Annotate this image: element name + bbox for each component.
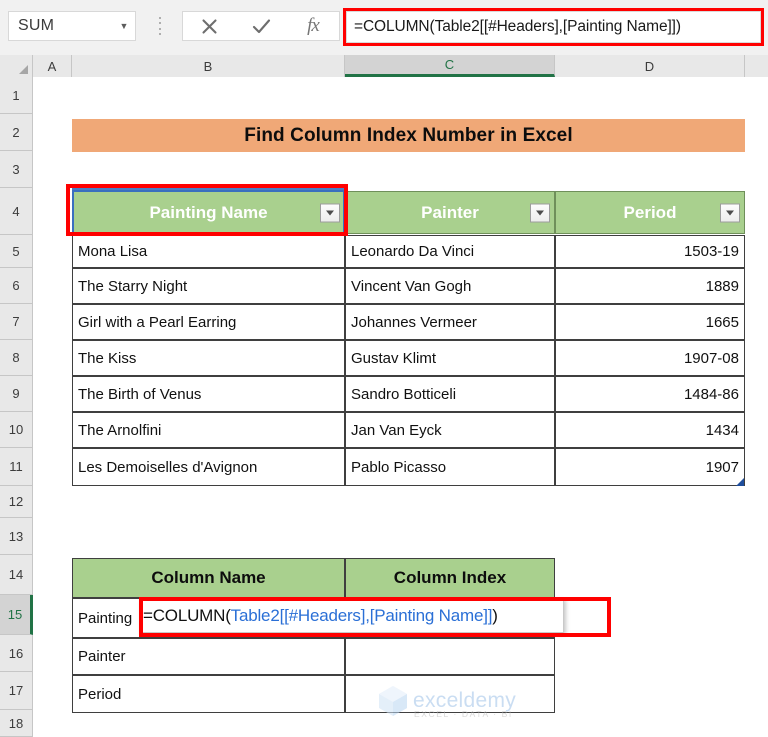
selected-cell-top-bar bbox=[72, 187, 345, 190]
row-header-9[interactable]: 9 bbox=[0, 376, 33, 412]
table2-cell-name-painter[interactable]: Painter bbox=[72, 638, 345, 675]
table-row[interactable]: Johannes Vermeer bbox=[345, 304, 555, 340]
in-cell-formula-editor[interactable]: =COLUMN( Table2[[#Headers],[Painting Nam… bbox=[139, 598, 564, 633]
table1-header-period-label: Period bbox=[623, 202, 677, 222]
select-all-button[interactable] bbox=[0, 55, 33, 77]
table1-header-painting-name[interactable]: Painting Name bbox=[72, 191, 345, 234]
table-row[interactable]: The Birth of Venus bbox=[72, 376, 345, 412]
formula-reference: Table2[[#Headers],[Painting Name]] bbox=[230, 605, 493, 625]
table-row[interactable]: 1484-86 bbox=[555, 376, 745, 412]
exceldemy-logo-icon bbox=[378, 685, 408, 717]
row-header-5[interactable]: 5 bbox=[0, 235, 33, 268]
name-box[interactable]: SUM ▼ bbox=[8, 11, 136, 41]
formula-bar-buttons: fx bbox=[182, 11, 340, 41]
table-row[interactable]: Girl with a Pearl Earring bbox=[72, 304, 345, 340]
row-header-14[interactable]: 14 bbox=[0, 555, 33, 595]
worksheet-surface[interactable]: Find Column Index Number in Excel Painti… bbox=[33, 77, 768, 737]
chevron-down-icon[interactable]: ▼ bbox=[113, 21, 135, 31]
column-header-a[interactable]: A bbox=[33, 55, 72, 77]
table1-header-painting-name-label: Painting Name bbox=[149, 202, 268, 222]
row-header-2[interactable]: 2 bbox=[0, 114, 33, 151]
formula-bar-strip: SUM ▼ fx =COLUMN(Table2[[#Headers],[Pain… bbox=[0, 0, 768, 56]
table-row[interactable]: The Starry Night bbox=[72, 268, 345, 304]
table2-header-column-name: Column Name bbox=[72, 558, 345, 598]
table-row[interactable]: The Kiss bbox=[72, 340, 345, 376]
select-all-triangle-icon bbox=[19, 65, 28, 74]
table-row[interactable]: Jan Van Eyck bbox=[345, 412, 555, 448]
table-row[interactable]: 1889 bbox=[555, 268, 745, 304]
row-header-8[interactable]: 8 bbox=[0, 340, 33, 376]
table1-header-painter[interactable]: Painter bbox=[345, 191, 555, 234]
row-header-1[interactable]: 1 bbox=[0, 77, 33, 114]
cancel-x-icon[interactable] bbox=[189, 12, 229, 40]
table-row[interactable]: 1434 bbox=[555, 412, 745, 448]
table-row[interactable]: The Arnolfini bbox=[72, 412, 345, 448]
row-header-10[interactable]: 10 bbox=[0, 412, 33, 448]
table-row[interactable]: Sandro Botticeli bbox=[345, 376, 555, 412]
page-title: Find Column Index Number in Excel bbox=[72, 119, 745, 152]
row-header-12[interactable]: 12 bbox=[0, 486, 33, 518]
row-header-6[interactable]: 6 bbox=[0, 268, 33, 304]
filter-dropdown-icon-painter[interactable] bbox=[530, 203, 550, 222]
formula-bar-grip-icon bbox=[158, 17, 162, 35]
table-row[interactable]: Vincent Van Gogh bbox=[345, 268, 555, 304]
row-header-16[interactable]: 16 bbox=[0, 635, 33, 672]
insert-function-icon[interactable]: fx bbox=[293, 12, 333, 40]
table-row[interactable]: Pablo Picasso bbox=[345, 448, 555, 486]
table-row[interactable]: 1907-08 bbox=[555, 340, 745, 376]
watermark: exceldemy EXCEL · DATA · BI bbox=[378, 685, 516, 719]
table-row[interactable]: 1503-19 bbox=[555, 235, 745, 268]
row-header-11[interactable]: 11 bbox=[0, 448, 33, 486]
column-header-b[interactable]: B bbox=[72, 55, 345, 77]
row-header-18[interactable]: 18 bbox=[0, 710, 33, 737]
table1-header-painter-label: Painter bbox=[421, 202, 479, 222]
row-header-7[interactable]: 7 bbox=[0, 304, 33, 340]
formula-suffix: ) bbox=[492, 605, 498, 625]
column-header-row: A B C D bbox=[0, 55, 768, 78]
table-resize-handle[interactable] bbox=[736, 478, 744, 486]
formula-input[interactable]: =COLUMN(Table2[[#Headers],[Painting Name… bbox=[346, 11, 761, 43]
table-row[interactable]: Les Demoiselles d'Avignon bbox=[72, 448, 345, 486]
insert-function-label: fx bbox=[307, 15, 320, 36]
table-row[interactable]: Gustav Klimt bbox=[345, 340, 555, 376]
column-header-d[interactable]: D bbox=[555, 55, 745, 77]
formula-prefix: =COLUMN( bbox=[143, 605, 231, 625]
column-header-c[interactable]: C bbox=[345, 55, 555, 77]
table-row[interactable]: 1665 bbox=[555, 304, 745, 340]
table2-header-column-index: Column Index bbox=[345, 558, 555, 598]
row-header-4[interactable]: 4 bbox=[0, 188, 33, 235]
formula-bar-highlight-annotation: =COLUMN(Table2[[#Headers],[Painting Name… bbox=[343, 8, 764, 46]
table-row[interactable]: 1907 bbox=[555, 448, 745, 486]
filter-dropdown-icon-period[interactable] bbox=[720, 203, 740, 222]
row-header-13[interactable]: 13 bbox=[0, 518, 33, 555]
confirm-check-icon[interactable] bbox=[241, 12, 281, 40]
table2-cell-name-period[interactable]: Period bbox=[72, 675, 345, 713]
table-row[interactable]: Leonardo Da Vinci bbox=[345, 235, 555, 268]
row-header-15[interactable]: 15 bbox=[0, 595, 33, 635]
name-box-value: SUM bbox=[18, 17, 55, 34]
row-header-3[interactable]: 3 bbox=[0, 151, 33, 188]
watermark-tagline: EXCEL · DATA · BI bbox=[414, 709, 513, 719]
table2-cell-index-painter[interactable] bbox=[345, 638, 555, 675]
row-header-17[interactable]: 17 bbox=[0, 672, 33, 710]
filter-dropdown-icon-painting-name[interactable] bbox=[320, 203, 340, 222]
table-row[interactable]: Mona Lisa bbox=[72, 235, 345, 268]
table1-header-period[interactable]: Period bbox=[555, 191, 745, 234]
